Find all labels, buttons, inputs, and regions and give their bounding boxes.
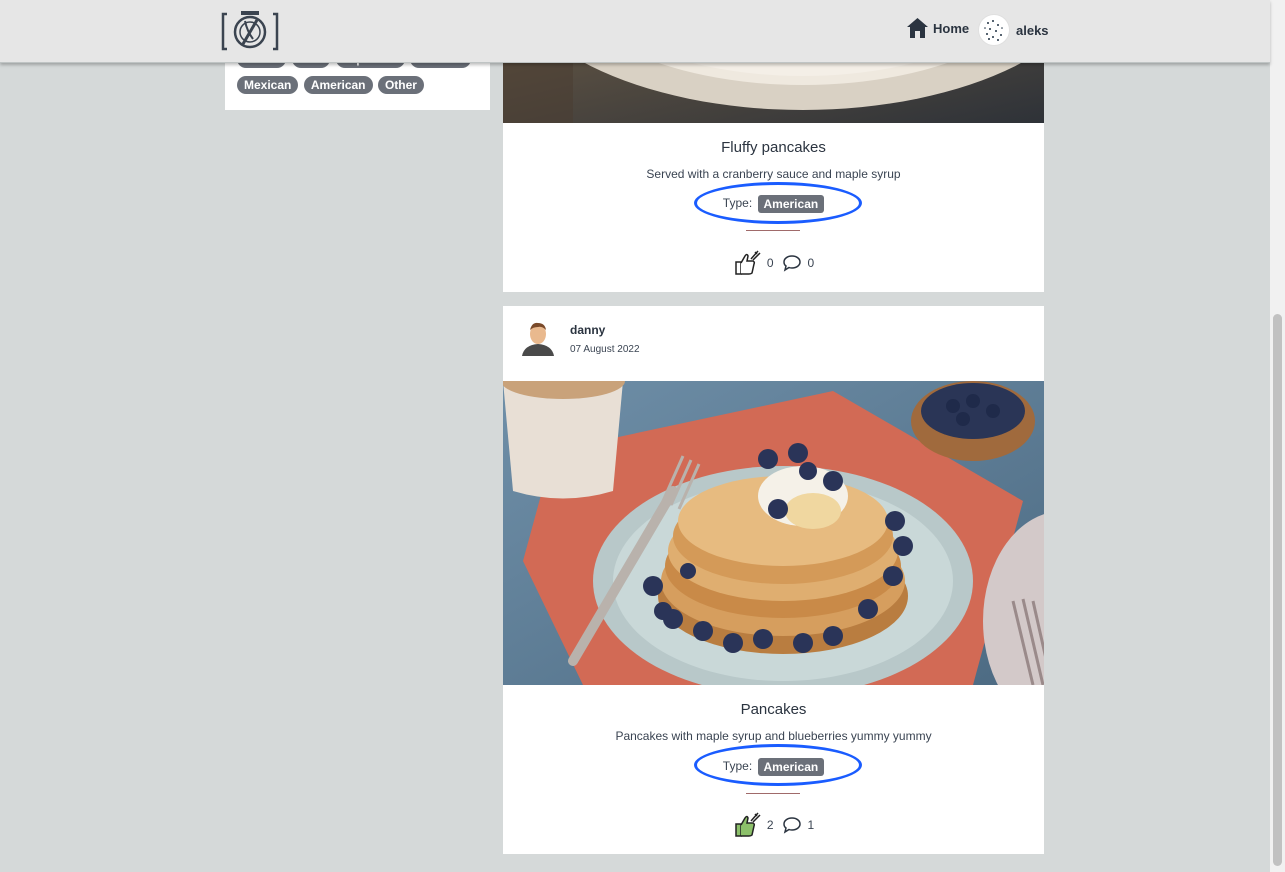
tag-other[interactable]: Other xyxy=(377,76,424,94)
like-button[interactable]: 0 xyxy=(733,250,774,276)
home-icon xyxy=(907,18,928,38)
nav-home-link[interactable]: Home xyxy=(906,17,969,39)
author-avatar[interactable] xyxy=(520,320,556,356)
page-scrollbar[interactable] xyxy=(1270,0,1285,872)
camera-plate-logo-icon[interactable] xyxy=(221,9,279,53)
comment-count: 0 xyxy=(807,256,815,270)
top-navigation-bar: Home aleks xyxy=(0,0,1270,63)
author-name[interactable]: danny xyxy=(570,323,640,337)
comment-count: 1 xyxy=(807,818,815,832)
tag-mexican[interactable]: Mexican xyxy=(237,76,299,94)
post-stats: 2 1 xyxy=(503,812,1044,838)
comment-icon xyxy=(782,255,801,272)
divider xyxy=(746,793,800,794)
post-date: 07 August 2022 xyxy=(570,344,640,355)
post-title: Fluffy pancakes xyxy=(721,139,826,156)
divider xyxy=(746,230,800,231)
nav-home-label: Home xyxy=(933,20,970,36)
comment-button[interactable]: 0 xyxy=(782,254,815,272)
like-fork-icon xyxy=(735,250,761,275)
like-button[interactable]: 2 xyxy=(733,812,774,838)
recipe-post: danny 07 August 2022 Pancakes Pancakes w… xyxy=(503,306,1044,854)
like-count: 2 xyxy=(766,818,774,832)
user-avatar xyxy=(978,14,1010,46)
like-count: 0 xyxy=(766,256,774,270)
tag-american[interactable]: American xyxy=(303,76,373,94)
like-fork-icon xyxy=(735,812,761,837)
post-author: danny 07 August 2022 xyxy=(520,320,640,356)
highlight-ellipse xyxy=(694,744,862,786)
comment-button[interactable]: 1 xyxy=(782,816,815,834)
nav-user-label: aleks xyxy=(1016,22,1049,38)
recipe-image[interactable] xyxy=(503,381,1044,685)
scrollbar-thumb[interactable] xyxy=(1273,314,1282,866)
comment-icon xyxy=(782,817,801,834)
highlight-ellipse xyxy=(694,182,862,224)
post-description: Pancakes with maple syrup and blueberrie… xyxy=(615,729,932,743)
nav-user-menu[interactable]: aleks xyxy=(978,14,1049,46)
post-stats: 0 0 xyxy=(503,250,1044,276)
post-description: Served with a cranberry sauce and maple … xyxy=(646,167,901,181)
post-title: Pancakes xyxy=(740,701,807,718)
